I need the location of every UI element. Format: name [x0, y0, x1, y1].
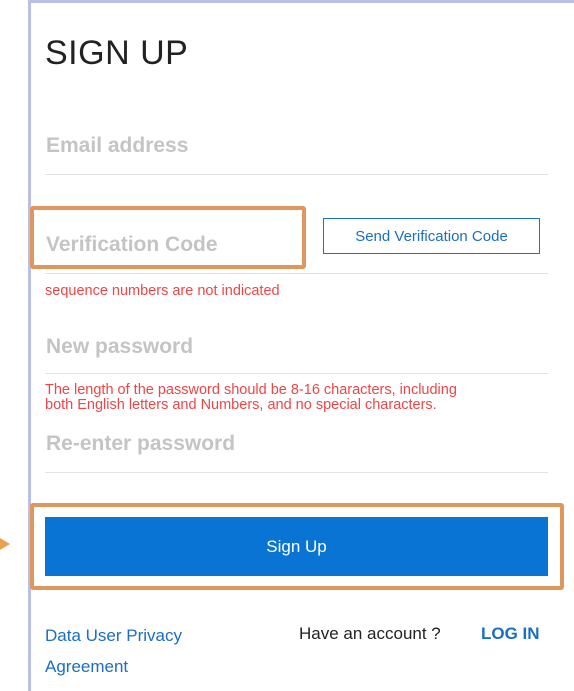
privacy-agreement-link[interactable]: Data User Privacy Agreement — [45, 620, 235, 682]
verification-code-field[interactable]: Verification Code — [46, 233, 218, 257]
verification-underline — [45, 273, 548, 274]
reenter-password-field[interactable]: Re-enter password — [46, 432, 235, 456]
page-title: SIGN UP — [45, 34, 189, 72]
send-verification-code-button[interactable]: Send Verification Code — [323, 218, 540, 254]
email-underline — [45, 174, 548, 175]
email-field[interactable]: Email address — [46, 134, 188, 158]
login-link[interactable]: LOG IN — [481, 624, 540, 644]
new-password-underline — [45, 373, 548, 374]
sign-up-button[interactable]: Sign Up — [45, 517, 548, 576]
password-error-line-1: The length of the password should be 8-1… — [45, 382, 457, 398]
panel-top-border — [28, 0, 574, 3]
verification-error-text: sequence numbers are not indicated — [45, 283, 280, 299]
reenter-password-underline — [45, 472, 548, 473]
privacy-link-line-1[interactable]: Data User Privacy — [45, 620, 235, 651]
password-error-line-2: both English letters and Numbers, and no… — [45, 397, 437, 413]
new-password-field[interactable]: New password — [46, 335, 193, 359]
pointer-arrow-icon — [0, 538, 10, 550]
have-account-text: Have an account ? — [299, 624, 441, 643]
privacy-link-line-2[interactable]: Agreement — [45, 651, 235, 682]
